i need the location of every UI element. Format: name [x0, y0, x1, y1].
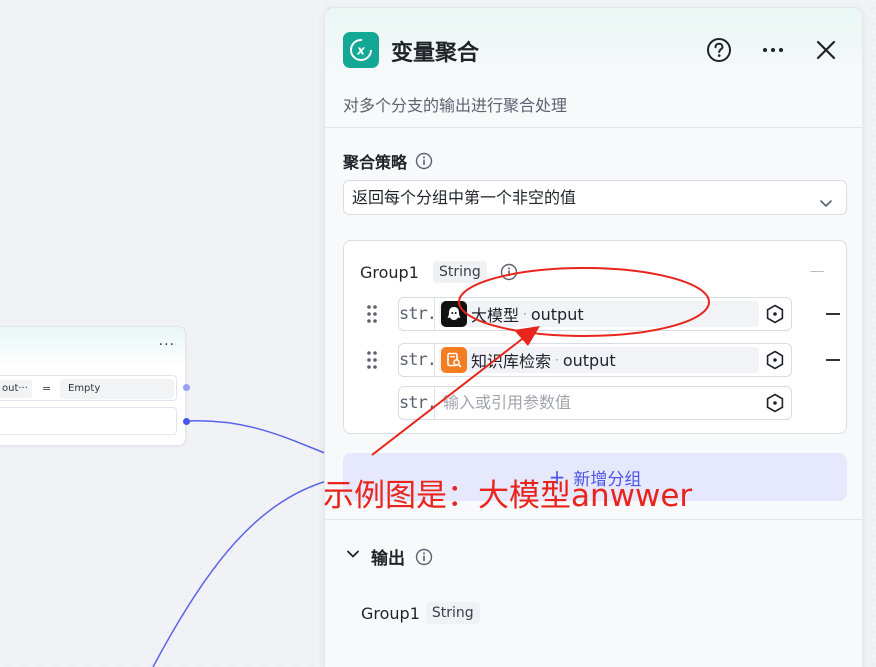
workflow-canvas[interactable]: ··· out··· = Empty x 变量聚合 对多个分支的输出进行聚合处理… — [0, 0, 876, 667]
close-icon[interactable] — [812, 36, 840, 64]
knowledge-icon — [441, 347, 467, 373]
variable-row-empty: str. 输入或引用参数值 — [360, 386, 820, 420]
ref-source: 大模型 — [471, 306, 520, 325]
ref-field: output — [562, 350, 616, 370]
ref-separator: · — [555, 353, 559, 367]
variable-ref-chip[interactable]: 知识库检索 · output — [439, 347, 759, 373]
add-group-button[interactable]: + 新增分组 — [343, 453, 847, 501]
llm-icon — [441, 301, 467, 327]
plus-icon: + — [548, 465, 566, 489]
panel-title: 变量聚合 — [391, 41, 480, 66]
drag-handle-icon[interactable] — [366, 350, 378, 374]
type-label: str. — [399, 387, 437, 419]
info-icon[interactable] — [415, 548, 433, 566]
variable-input[interactable]: str. 知识库检索 · output — [398, 343, 792, 377]
output-port-2[interactable] — [183, 418, 190, 425]
output-port-1[interactable] — [183, 384, 190, 391]
condition-node-card[interactable]: ··· out··· = Empty — [0, 326, 186, 446]
node-settings-panel: x 变量聚合 对多个分支的输出进行聚合处理 聚合策略 返回每个分组中第一个非空的… — [324, 7, 863, 667]
variable-input-empty[interactable]: str. 输入或引用参数值 — [398, 386, 792, 420]
group-name[interactable]: Group1 — [360, 263, 419, 282]
help-icon[interactable] — [705, 36, 733, 64]
ref-field: output — [530, 304, 584, 324]
variable-row: str. 大模型 · output — [360, 297, 840, 331]
variable-reference-icon[interactable] — [765, 304, 785, 324]
variable-reference-icon[interactable] — [765, 393, 785, 413]
output-label: 输出 — [371, 549, 405, 569]
condition-else-row[interactable] — [0, 407, 177, 435]
chevron-down-icon[interactable] — [345, 546, 361, 567]
strategy-label-text: 聚合策略 — [343, 153, 408, 172]
output-item: Group1 String — [361, 602, 480, 624]
output-type-tag: String — [425, 602, 480, 624]
strategy-select-value: 返回每个分组中第一个非空的值 — [352, 188, 577, 207]
variable-ref-chip[interactable]: 大模型 · output — [439, 301, 759, 327]
variable-aggregate-icon: x — [343, 32, 379, 68]
type-label: str. — [399, 344, 437, 376]
output-header[interactable]: 输出 — [345, 544, 433, 569]
drag-handle-icon[interactable] — [366, 304, 378, 328]
remove-variable-button[interactable] — [826, 359, 840, 361]
variable-reference-icon[interactable] — [765, 350, 785, 370]
info-icon[interactable] — [415, 152, 433, 170]
condition-row[interactable]: out··· = Empty — [0, 375, 177, 401]
panel-description: 对多个分支的输出进行聚合处理 — [343, 96, 568, 115]
group-remove-button[interactable] — [810, 271, 824, 272]
more-icon[interactable] — [759, 36, 787, 64]
add-group-label: 新增分组 — [573, 469, 642, 490]
variable-row: str. 知识库检索 · output — [360, 343, 840, 377]
output-name: Group1 — [361, 603, 420, 623]
ref-separator: · — [523, 307, 527, 321]
strategy-label: 聚合策略 — [343, 149, 433, 173]
type-label: str. — [399, 298, 437, 330]
svg-text:x: x — [356, 44, 366, 58]
ref-source: 知识库检索 — [471, 352, 552, 371]
group-type-tag: String — [433, 261, 487, 283]
node-card-header: ··· — [0, 327, 185, 367]
condition-value: Empty — [60, 379, 174, 399]
group-info-icon[interactable] — [500, 263, 518, 281]
variable-input[interactable]: str. 大模型 · output — [398, 297, 792, 331]
group-card: Group1 String str. 大模型 · output str. 知识库… — [343, 240, 847, 434]
node-more-icon[interactable]: ··· — [159, 337, 175, 353]
chevron-down-icon — [818, 189, 834, 222]
strategy-select[interactable]: 返回每个分组中第一个非空的值 — [343, 180, 847, 215]
output-section: 输出 Group1 String — [325, 519, 862, 667]
variable-placeholder: 输入或引用参数值 — [443, 393, 572, 412]
remove-variable-button[interactable] — [826, 313, 840, 315]
condition-left-chip: out··· — [0, 380, 32, 398]
panel-header: x 变量聚合 对多个分支的输出进行聚合处理 — [325, 8, 862, 128]
condition-operator: = — [42, 382, 52, 395]
